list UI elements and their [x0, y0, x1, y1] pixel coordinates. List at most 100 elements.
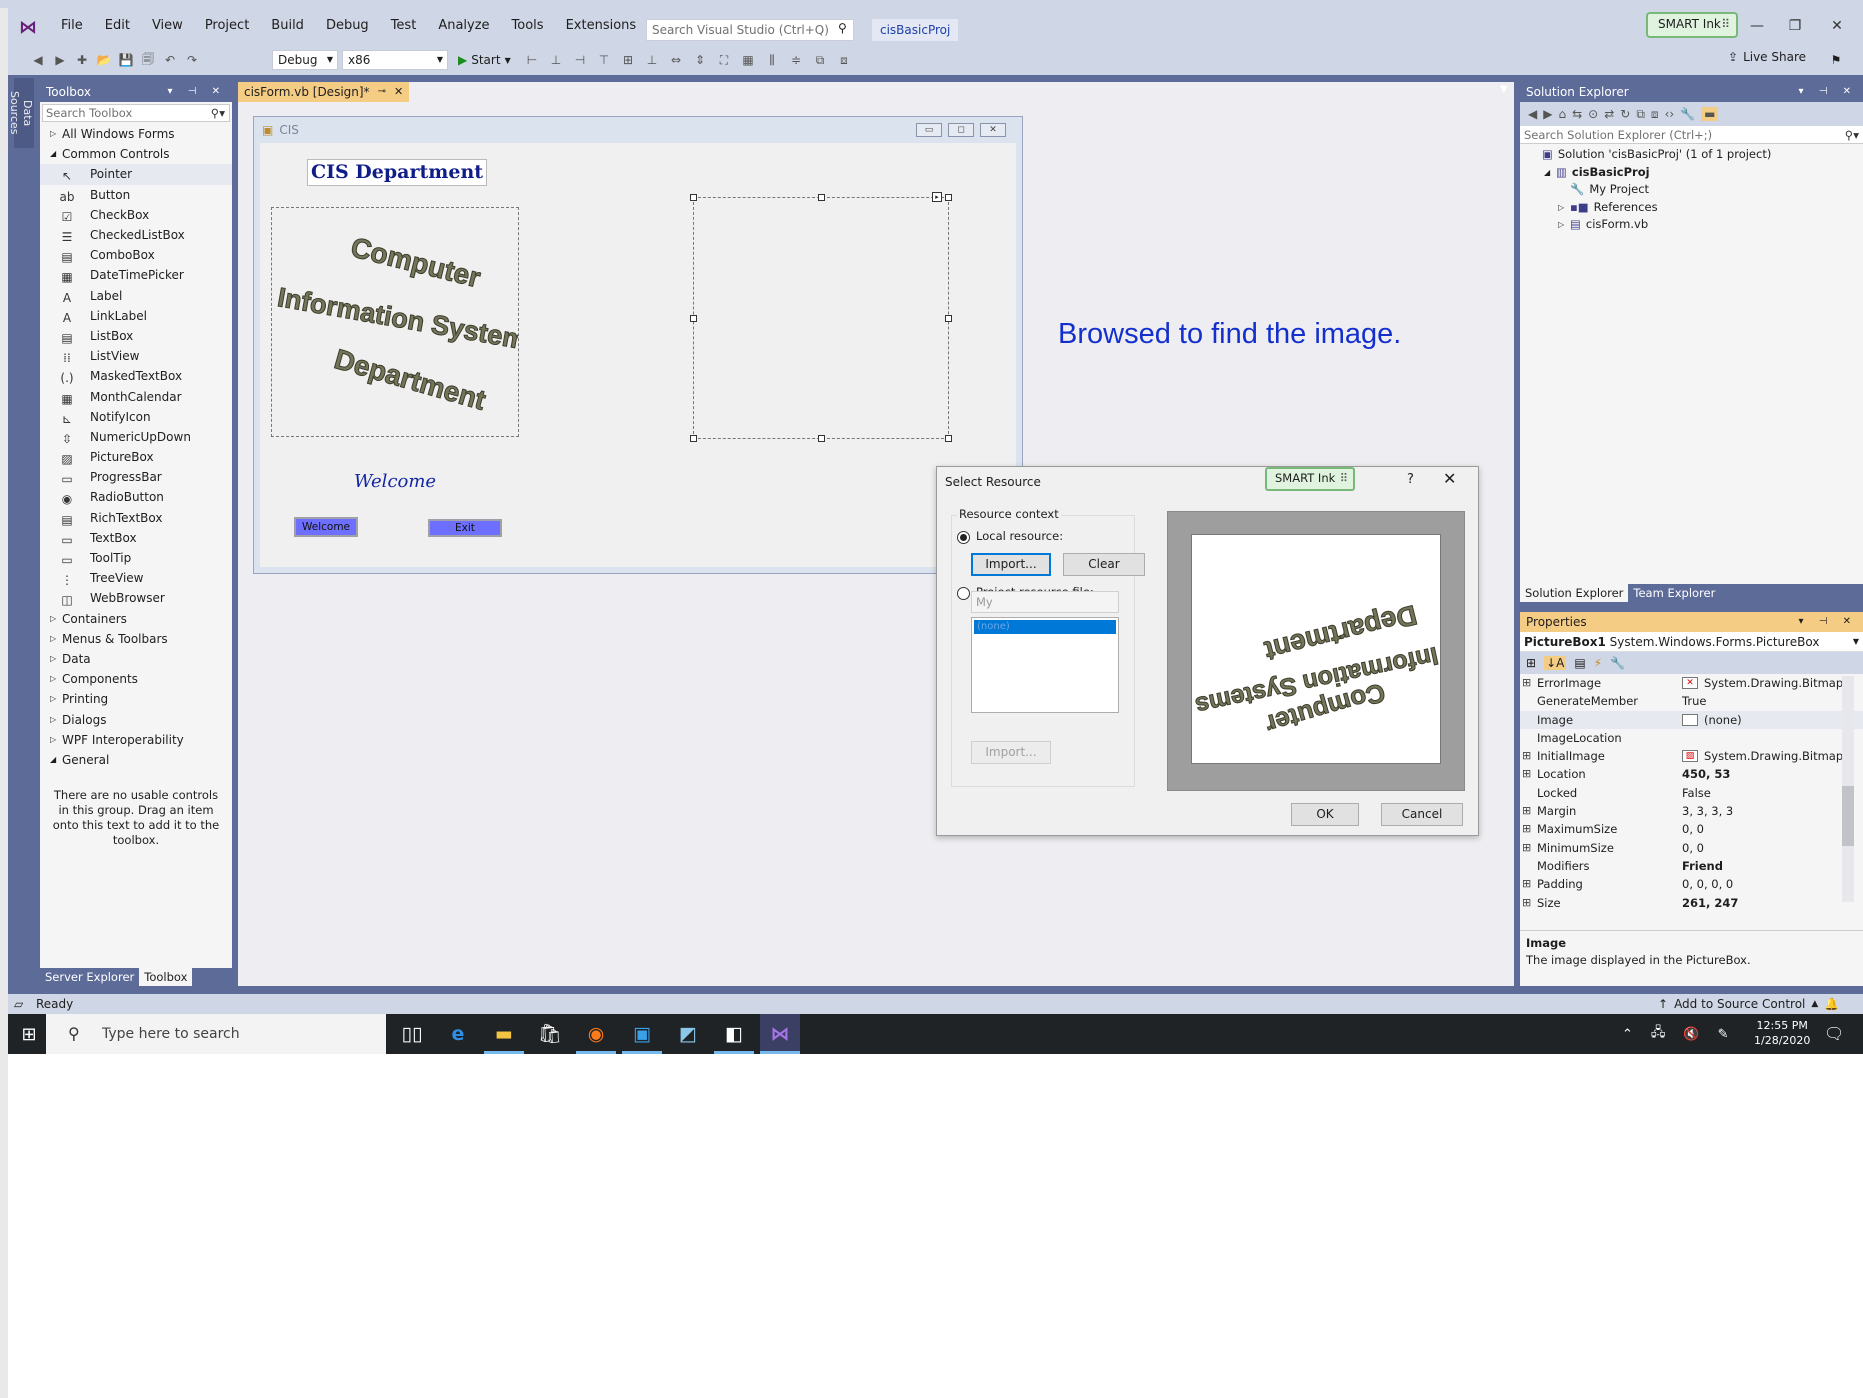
selected-picturebox[interactable]: ▸: [690, 192, 952, 442]
minimize-button[interactable]: —: [1742, 14, 1772, 38]
property-value[interactable]: Friend: [1682, 857, 1723, 875]
data-sources-side-tab[interactable]: Data Sources: [8, 78, 34, 148]
property-row[interactable]: ⊞ MaximumSize 0, 0: [1520, 820, 1863, 838]
resource-listbox[interactable]: (none): [971, 617, 1119, 713]
taskbar-search-box[interactable]: ⚲ Type here to search: [46, 1014, 386, 1054]
object-selector-dropdown[interactable]: PictureBox1 System.Windows.Forms.Picture…: [1520, 632, 1863, 652]
vertical-spacing-icon[interactable]: ≑: [786, 50, 806, 70]
edge-icon[interactable]: e: [438, 1014, 478, 1054]
toolbox-item[interactable]: ⁞⁞ ListView: [40, 346, 232, 366]
action-center-icon[interactable]: 🗨: [1824, 1024, 1844, 1043]
local-resource-label[interactable]: Local resource:: [976, 529, 1063, 543]
size-to-grid-icon[interactable]: ▦: [738, 50, 758, 70]
property-value[interactable]: False: [1682, 784, 1711, 802]
switch-views-icon[interactable]: ⇆: [1572, 107, 1582, 121]
property-value[interactable]: ✕ System.Drawing.Bitmap: [1682, 674, 1843, 692]
toolbox-item[interactable]: ▭ TextBox: [40, 528, 232, 548]
tab-server-explorer[interactable]: Server Explorer: [40, 968, 139, 986]
expand-plus-icon[interactable]: ⊞: [1522, 802, 1531, 820]
toolbox-item[interactable]: ⊾ NotifyIcon: [40, 407, 232, 427]
panel-controls[interactable]: ▾ ⊣ ✕: [1799, 612, 1857, 632]
notifications-icon[interactable]: 🔔: [1824, 994, 1839, 1014]
align-tops-icon[interactable]: ⊤: [594, 50, 614, 70]
toolbox-item[interactable]: ▨ PictureBox: [40, 447, 232, 467]
expand-plus-icon[interactable]: ⊞: [1522, 820, 1531, 838]
toolbox-item[interactable]: ab Button: [40, 185, 232, 205]
local-resource-radio[interactable]: [957, 531, 970, 544]
sync-icon[interactable]: ⇄: [1604, 107, 1614, 121]
property-value[interactable]: 450, 53: [1682, 765, 1730, 783]
undo-icon[interactable]: ↶: [160, 50, 180, 70]
toolbox-category[interactable]: ◢ General: [40, 750, 232, 770]
toolbox-item[interactable]: ▭ ProgressBar: [40, 467, 232, 487]
bring-to-front-icon[interactable]: ⧉: [810, 50, 830, 70]
resize-handle[interactable]: [818, 194, 825, 201]
resize-handle[interactable]: [945, 435, 952, 442]
welcome-label[interactable]: Welcome: [354, 471, 436, 492]
pen-icon[interactable]: ✎: [1718, 1027, 1729, 1042]
toolbox-item[interactable]: ▭ ToolTip: [40, 548, 232, 568]
expand-plus-icon[interactable]: ⊞: [1522, 839, 1531, 857]
add-to-source-control-button[interactable]: ↑ Add to Source Control ▲: [1658, 994, 1818, 1014]
help-button[interactable]: ?: [1407, 472, 1414, 487]
clear-button[interactable]: Clear: [1063, 553, 1145, 576]
align-bottoms-icon[interactable]: ⊥: [642, 50, 662, 70]
store-icon[interactable]: 🛍: [530, 1014, 570, 1054]
property-row[interactable]: Locked False: [1520, 784, 1863, 802]
menu-file[interactable]: File: [50, 14, 94, 38]
task-view-icon[interactable]: ▯▯: [392, 1014, 432, 1054]
toolbox-category[interactable]: ▷ Components: [40, 669, 232, 689]
collapsed-arrow-icon[interactable]: ▷: [1558, 216, 1570, 234]
toolbox-item[interactable]: A Label: [40, 286, 232, 306]
expand-plus-icon[interactable]: ⊞: [1522, 674, 1531, 692]
live-share-button[interactable]: ⇪ Live Share: [1728, 50, 1806, 64]
toolbox-item[interactable]: ▤ ComboBox: [40, 245, 232, 265]
toolbox-item[interactable]: ◉ RadioButton: [40, 487, 232, 507]
toolbox-item[interactable]: ☑ CheckBox: [40, 205, 232, 225]
ok-button[interactable]: OK: [1291, 803, 1359, 826]
tab-team-explorer[interactable]: Team Explorer: [1628, 584, 1720, 602]
property-grid-scrollbar[interactable]: [1842, 676, 1854, 902]
import-resource-button[interactable]: Import...: [971, 741, 1051, 764]
chevron-up-icon[interactable]: ⌃: [1622, 1027, 1633, 1042]
toolbox-item[interactable]: (.) MaskedTextBox: [40, 366, 232, 386]
form-client-area[interactable]: CIS Department Computer Information Syst…: [260, 143, 1016, 567]
toolbox-category[interactable]: ▷ Containers: [40, 609, 232, 629]
smart-notebook-icon[interactable]: ◩: [668, 1014, 708, 1054]
property-row[interactable]: ⊞ InitialImage ▨ System.Drawing.Bitmap: [1520, 747, 1863, 765]
tree-node[interactable]: ◢ ▥ cisBasicProj: [1520, 164, 1863, 182]
toolbox-item[interactable]: ⋮ TreeView: [40, 568, 232, 588]
make-same-height-icon[interactable]: ⇕: [690, 50, 710, 70]
toolbox-search-input[interactable]: Search Toolbox ⚲▾: [42, 104, 230, 122]
windows-start-icon[interactable]: ⊞: [12, 1014, 46, 1054]
tree-node[interactable]: ▷ ▤ cisForm.vb: [1520, 216, 1863, 234]
preview-icon[interactable]: ▬: [1701, 107, 1719, 121]
project-resource-radio[interactable]: [957, 587, 970, 600]
search-visual-studio-input[interactable]: Search Visual Studio (Ctrl+Q): [646, 19, 854, 41]
redo-icon[interactable]: ↷: [182, 50, 202, 70]
resize-handle[interactable]: [690, 315, 697, 322]
close-icon[interactable]: ✕: [394, 82, 403, 102]
panel-controls[interactable]: ▾ ⊣ ✕: [168, 82, 226, 102]
alphabetical-icon[interactable]: ↓A: [1544, 656, 1567, 670]
expanded-arrow-icon[interactable]: ◢: [1544, 164, 1556, 182]
property-value[interactable]: 0, 0, 0, 0: [1682, 875, 1733, 893]
toolbox-item[interactable]: ☰ CheckedListBox: [40, 225, 232, 245]
toolbox-item[interactable]: ↖ Pointer: [40, 164, 232, 185]
property-row[interactable]: ⊞ Location 450, 53: [1520, 765, 1863, 783]
project-resource-dropdown[interactable]: My Project\Resources.resx▼: [971, 591, 1119, 629]
show-all-files-icon[interactable]: ⧈: [1651, 107, 1659, 122]
property-value[interactable]: 0, 0: [1682, 839, 1704, 857]
tree-node[interactable]: ▣ Solution 'cisBasicProj' (1 of 1 project…: [1520, 146, 1863, 164]
property-row[interactable]: ⊞ Margin 3, 3, 3, 3: [1520, 802, 1863, 820]
refresh-icon[interactable]: ↻: [1620, 107, 1630, 121]
menu-analyze[interactable]: Analyze: [427, 14, 500, 38]
file-explorer-icon[interactable]: ▬: [484, 1014, 524, 1054]
save-icon[interactable]: 💾: [116, 50, 136, 70]
toolbox-category[interactable]: ▷ Printing: [40, 689, 232, 709]
panel-controls[interactable]: ▾ ⊣ ✕: [1799, 82, 1857, 102]
property-value[interactable]: ▨ System.Drawing.Bitmap: [1682, 747, 1843, 765]
toolbox-category[interactable]: ▷ Menus & Toolbars: [40, 629, 232, 649]
logo-picturebox[interactable]: Computer Information Systems Department: [271, 207, 544, 437]
tab-cisform-design[interactable]: cisForm.vb [Design]* ⊸ ✕: [238, 82, 410, 102]
